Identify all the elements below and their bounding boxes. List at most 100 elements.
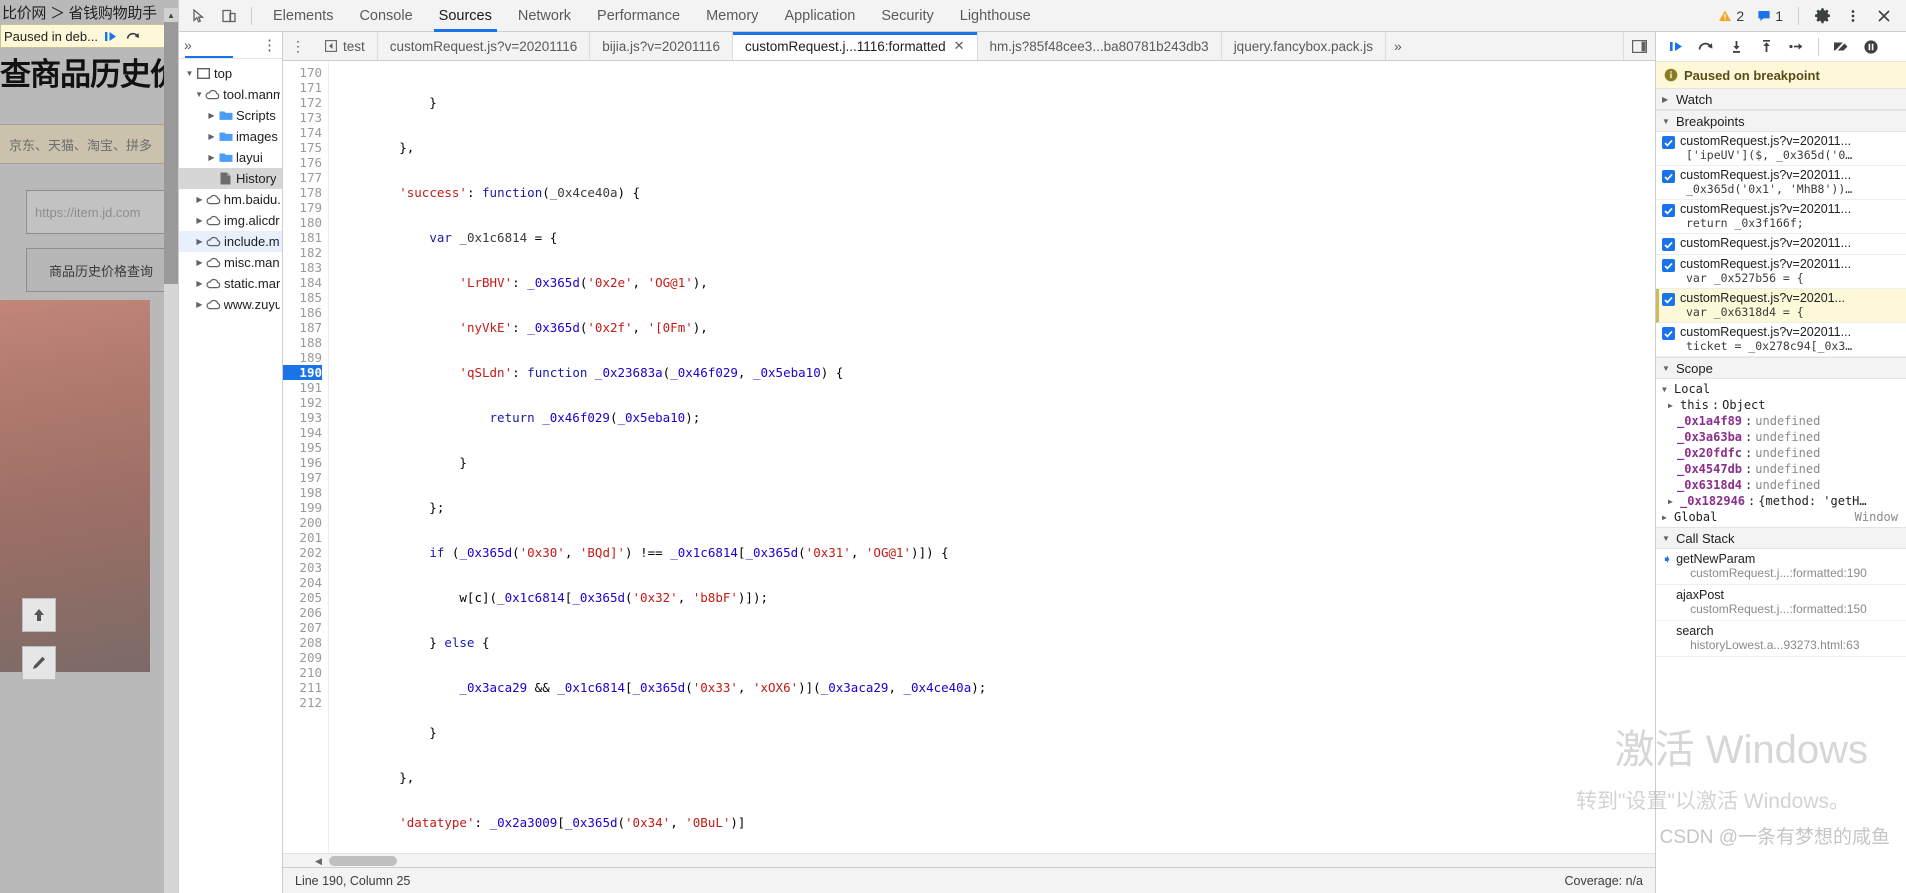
line-number[interactable]: 178: [283, 185, 322, 200]
collapse-triangle-icon[interactable]: ▶: [193, 216, 206, 225]
breakpoint-checkbox[interactable]: [1662, 293, 1675, 306]
scope-row[interactable]: _0x6318d4: undefined: [1656, 477, 1906, 493]
chevron-down-icon[interactable]: ▼: [1662, 385, 1671, 394]
scope-row[interactable]: _0x20fdfc: undefined: [1656, 445, 1906, 461]
page-scrollbar-thumb[interactable]: [164, 22, 178, 284]
tree-node-static[interactable]: ▶ static.mar: [179, 273, 282, 294]
breakpoint-checkbox[interactable]: [1662, 204, 1675, 217]
dock-side-icon[interactable]: [1623, 32, 1655, 60]
line-number[interactable]: 195: [283, 440, 322, 455]
tree-node-layui[interactable]: ▶ layui: [179, 147, 282, 168]
scope-row[interactable]: ▶ _0x182946: {method: 'getH…: [1656, 493, 1906, 509]
line-number[interactable]: 170: [283, 65, 322, 80]
breakpoint-item[interactable]: customRequest.js?v=202011... ticket = _0…: [1656, 323, 1906, 357]
watch-section-header[interactable]: ▶ Watch: [1656, 88, 1906, 110]
breakpoint-item[interactable]: customRequest.js?v=202011... _0x365d('0x…: [1656, 166, 1906, 200]
tab-application[interactable]: Application: [771, 0, 868, 32]
kebab-menu-icon[interactable]: [1839, 3, 1867, 29]
chevron-right-icon[interactable]: ▶: [1662, 95, 1671, 104]
collapse-triangle-icon[interactable]: ▶: [205, 132, 218, 141]
breakpoint-item[interactable]: customRequest.js?v=202011... ['ipeUV']($…: [1656, 132, 1906, 166]
line-number[interactable]: 181: [283, 230, 322, 245]
line-number[interactable]: 171: [283, 80, 322, 95]
step-over-icon[interactable]: [124, 27, 142, 45]
close-tab-icon[interactable]: ✕: [954, 38, 965, 54]
file-tab-customrequest-formatted[interactable]: customRequest.j...1116:formatted ✕: [732, 32, 978, 60]
file-tab-customrequest[interactable]: customRequest.js?v=20201116: [377, 32, 591, 60]
scroll-left-arrow[interactable]: ◀: [315, 854, 322, 868]
line-number[interactable]: 201: [283, 530, 322, 545]
navigator-menu-icon[interactable]: ⋮: [262, 38, 277, 53]
code-lines[interactable]: } }, 'success': function(_0x4ce40a) { va…: [329, 61, 1655, 853]
tab-network[interactable]: Network: [505, 0, 584, 32]
line-number[interactable]: 176: [283, 155, 322, 170]
line-number[interactable]: 212: [283, 695, 322, 710]
tree-node-www-zuyu[interactable]: ▶ www.zuyu: [179, 294, 282, 315]
file-tab-test[interactable]: test: [313, 32, 378, 60]
chevron-down-icon[interactable]: ▼: [1662, 534, 1671, 543]
line-number[interactable]: 187: [283, 320, 322, 335]
tab-sources[interactable]: Sources: [426, 0, 505, 32]
line-number[interactable]: 210: [283, 665, 322, 680]
tab-performance[interactable]: Performance: [584, 0, 693, 32]
file-tabs-menu-icon[interactable]: ⋮: [283, 32, 313, 60]
navigator-more-tabs-icon[interactable]: »: [184, 37, 192, 53]
line-number[interactable]: 182: [283, 245, 322, 260]
chevron-right-icon[interactable]: ▶: [1668, 497, 1677, 506]
expand-triangle-icon[interactable]: ▼: [193, 90, 205, 99]
line-number[interactable]: 198: [283, 485, 322, 500]
collapse-triangle-icon[interactable]: ▶: [193, 258, 206, 267]
breakpoint-item[interactable]: customRequest.js?v=202011... var _0x527b…: [1656, 255, 1906, 289]
line-number[interactable]: 191: [283, 380, 322, 395]
scope-row[interactable]: ▶ this: Object: [1656, 397, 1906, 413]
line-number[interactable]: 172: [283, 95, 322, 110]
line-number[interactable]: 203: [283, 560, 322, 575]
line-number[interactable]: 194: [283, 425, 322, 440]
line-number[interactable]: 205: [283, 590, 322, 605]
query-history-price-button[interactable]: 商品历史价格查询: [26, 248, 176, 292]
chevron-right-icon[interactable]: ▶: [1662, 513, 1671, 522]
scope-row[interactable]: _0x4547db: undefined: [1656, 461, 1906, 477]
line-number[interactable]: 207: [283, 620, 322, 635]
file-tab-bijia[interactable]: bijia.js?v=20201116: [590, 32, 733, 60]
step-over-button[interactable]: [1692, 34, 1720, 60]
tree-node-misc[interactable]: ▶ misc.man: [179, 252, 282, 273]
line-number[interactable]: 186: [283, 305, 322, 320]
breakpoint-checkbox[interactable]: [1662, 259, 1675, 272]
line-number[interactable]: 180: [283, 215, 322, 230]
tab-console[interactable]: Console: [346, 0, 425, 32]
call-stack-frame-current[interactable]: ➧ getNewParam customRequest.j...:formatt…: [1656, 549, 1906, 585]
collapse-triangle-icon[interactable]: ▶: [193, 237, 206, 246]
breakpoint-checkbox[interactable]: [1662, 238, 1675, 251]
scope-row[interactable]: _0x1a4f89: undefined: [1656, 413, 1906, 429]
tree-node-img-alicdn[interactable]: ▶ img.alicdr: [179, 210, 282, 231]
file-tab-fancybox[interactable]: jquery.fancybox.pack.js: [1221, 32, 1387, 60]
breakpoint-item[interactable]: customRequest.js?v=202011...: [1656, 234, 1906, 255]
scope-section-local[interactable]: ▼ Local: [1656, 381, 1906, 397]
line-number[interactable]: 199: [283, 500, 322, 515]
file-tab-hm[interactable]: hm.js?85f48cee3...ba80781b243db3: [977, 32, 1222, 60]
page-scroll-up-arrow[interactable]: ▲: [164, 8, 178, 22]
breakpoint-item-selected[interactable]: customRequest.js?v=20201... var _0x6318d…: [1656, 289, 1906, 323]
line-number[interactable]: 184: [283, 275, 322, 290]
line-number[interactable]: 209: [283, 650, 322, 665]
line-number[interactable]: 174: [283, 125, 322, 140]
file-tabs-overflow-icon[interactable]: »: [1386, 32, 1410, 60]
inspect-element-icon[interactable]: [185, 3, 213, 29]
line-number[interactable]: 193: [283, 410, 322, 425]
line-number-gutter[interactable]: 170 171 172 173 174 175 176 177 178 179 …: [283, 61, 329, 853]
collapse-triangle-icon[interactable]: ▶: [193, 279, 206, 288]
scope-section-header[interactable]: ▼ Scope: [1656, 357, 1906, 379]
code-editor[interactable]: 170 171 172 173 174 175 176 177 178 179 …: [283, 61, 1655, 853]
chevron-down-icon[interactable]: ▼: [1662, 364, 1671, 373]
line-number[interactable]: 177: [283, 170, 322, 185]
line-number[interactable]: 173: [283, 110, 322, 125]
call-stack-frame[interactable]: ➧ ajaxPost customRequest.j...:formatted:…: [1656, 585, 1906, 621]
editor-scrollbar-thumb[interactable]: [329, 856, 397, 866]
line-number-current[interactable]: 190: [283, 365, 322, 380]
breakpoint-checkbox[interactable]: [1662, 327, 1675, 340]
line-number[interactable]: 189: [283, 350, 322, 365]
line-number[interactable]: 202: [283, 545, 322, 560]
tree-node-scripts[interactable]: ▶ Scripts: [179, 105, 282, 126]
line-number[interactable]: 192: [283, 395, 322, 410]
